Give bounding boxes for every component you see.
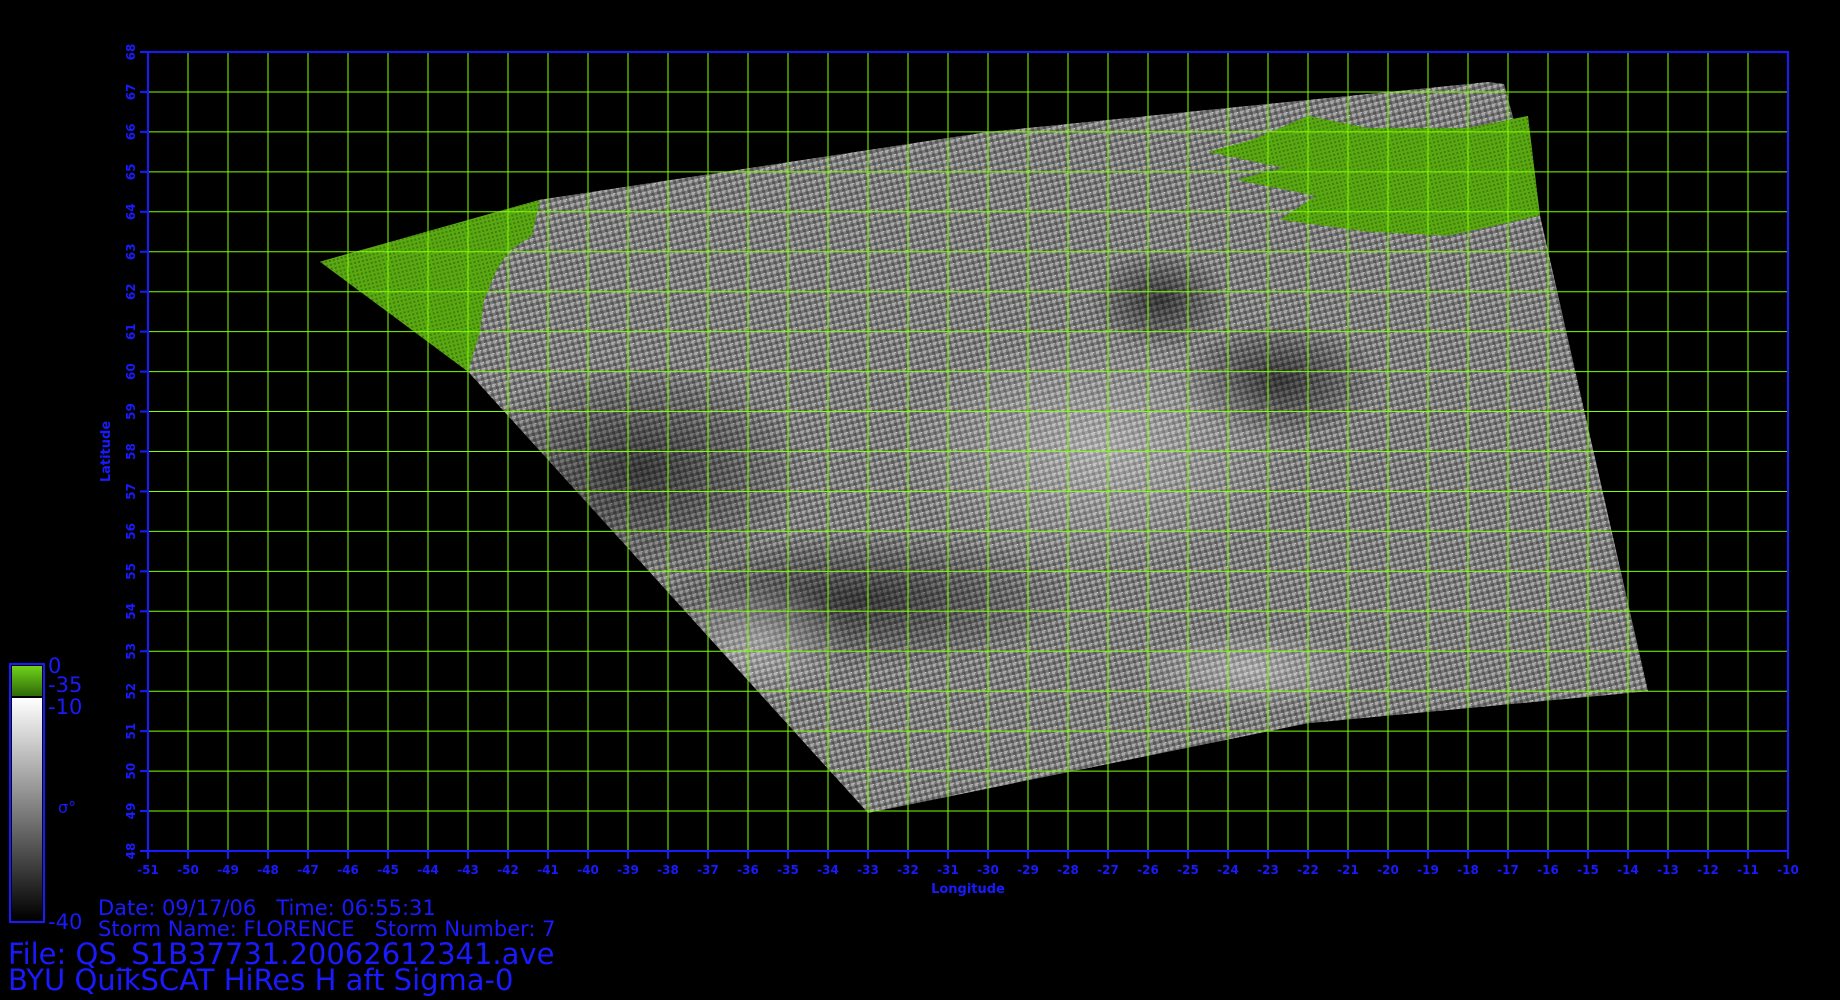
lon-tick-label: -23 xyxy=(1257,863,1279,877)
sigma0-map: -51 -50 -49 -48 -47 -46 -45 -44 -43 -42 -41 -40 -39 -… xyxy=(9,44,1799,923)
lon-tick-label: -30 xyxy=(977,863,999,877)
lon-tick-label: -18 xyxy=(1457,863,1479,877)
product-line: BYU QuikSCAT HiRes H aft Sigma-0 xyxy=(8,963,514,997)
lat-tick-label: 48 xyxy=(124,843,138,860)
lon-tick-label: -19 xyxy=(1417,863,1439,877)
colorbar-symbol: σ° xyxy=(58,798,77,817)
lon-tick-label: -33 xyxy=(857,863,879,877)
lat-tick-label: 60 xyxy=(124,363,138,380)
date-time-line: Date: 09/17/06 Time: 06:55:31 xyxy=(98,896,436,920)
lat-lon-grid xyxy=(147,51,1789,852)
latitude-ticks: 48 49 50 51 52 53 54 55 56 57 58 59 60 61 62 63 64 65 66 67… xyxy=(124,44,148,860)
colorbar-land xyxy=(12,666,42,696)
lon-tick-label: -51 xyxy=(137,863,159,877)
lon-tick-label: -42 xyxy=(497,863,519,877)
lat-tick-label: 55 xyxy=(124,563,138,580)
colorbar-sigma xyxy=(12,698,42,920)
lat-tick-label: 50 xyxy=(124,763,138,780)
lat-tick-label: 57 xyxy=(124,483,138,500)
lon-tick-label: -13 xyxy=(1657,863,1679,877)
lon-tick-label: -31 xyxy=(937,863,959,877)
lon-tick-label: -32 xyxy=(897,863,919,877)
lat-tick-label: 61 xyxy=(124,323,138,340)
x-axis-title: Longitude xyxy=(931,882,1005,897)
lat-tick-label: 68 xyxy=(124,44,138,61)
lat-tick-label: 58 xyxy=(124,443,138,460)
lat-tick-label: 63 xyxy=(124,243,138,260)
lat-tick-label: 53 xyxy=(124,643,138,660)
lon-tick-label: -14 xyxy=(1617,863,1639,877)
lon-tick-label: -24 xyxy=(1217,863,1239,877)
lat-tick-label: 67 xyxy=(124,84,138,101)
lon-tick-label: -34 xyxy=(817,863,839,877)
lon-tick-label: -36 xyxy=(737,863,759,877)
lon-tick-label: -16 xyxy=(1537,863,1559,877)
lon-tick-label: -12 xyxy=(1697,863,1719,877)
lon-tick-label: -26 xyxy=(1137,863,1159,877)
lon-tick-label: -49 xyxy=(217,863,239,877)
lon-tick-label: -43 xyxy=(457,863,479,877)
lat-tick-label: 65 xyxy=(124,163,138,180)
lat-tick-label: 64 xyxy=(124,203,138,220)
lat-tick-label: 59 xyxy=(124,403,138,420)
lon-tick-label: -27 xyxy=(1097,863,1119,877)
lon-tick-label: -20 xyxy=(1377,863,1399,877)
lat-tick-label: 52 xyxy=(124,683,138,700)
lon-tick-label: -10 xyxy=(1777,863,1799,877)
lat-tick-label: 49 xyxy=(124,803,138,820)
lon-tick-label: -25 xyxy=(1177,863,1199,877)
lon-tick-label: -35 xyxy=(777,863,799,877)
lon-tick-label: -40 xyxy=(577,863,599,877)
y-axis-title: Latitude xyxy=(99,421,114,483)
lon-tick-label: -45 xyxy=(377,863,399,877)
lat-tick-label: 54 xyxy=(124,603,138,620)
lat-tick-label: 51 xyxy=(124,723,138,740)
lon-tick-label: -11 xyxy=(1737,863,1759,877)
lon-tick-label: -46 xyxy=(337,863,359,877)
lat-tick-label: 66 xyxy=(124,124,138,141)
lon-tick-label: -48 xyxy=(257,863,279,877)
colorbar-sigma-top: -10 xyxy=(48,695,83,719)
colorbar-land-bottom: -35 xyxy=(48,673,83,697)
lat-tick-label: 56 xyxy=(124,523,138,540)
lon-tick-label: -17 xyxy=(1497,863,1519,877)
lon-tick-label: -37 xyxy=(697,863,719,877)
lat-tick-label: 62 xyxy=(124,283,138,300)
lon-tick-label: -50 xyxy=(177,863,199,877)
lon-tick-label: -41 xyxy=(537,863,559,877)
lon-tick-label: -39 xyxy=(617,863,639,877)
lon-tick-label: -44 xyxy=(417,863,439,877)
lon-tick-label: -22 xyxy=(1297,863,1319,877)
lon-tick-label: -47 xyxy=(297,863,319,877)
longitude-ticks: -51 -50 -49 -48 -47 -46 -45 -44 -43 -42 -41 -40 -39 -… xyxy=(137,851,1799,877)
colorbar xyxy=(9,663,45,923)
lon-tick-label: -29 xyxy=(1017,863,1039,877)
colorbar-sigma-bottom: -40 xyxy=(48,910,83,934)
lon-tick-label: -15 xyxy=(1577,863,1599,877)
lon-tick-label: -21 xyxy=(1337,863,1359,877)
swath-image xyxy=(320,82,1648,813)
lon-tick-label: -38 xyxy=(657,863,679,877)
lon-tick-label: -28 xyxy=(1057,863,1079,877)
